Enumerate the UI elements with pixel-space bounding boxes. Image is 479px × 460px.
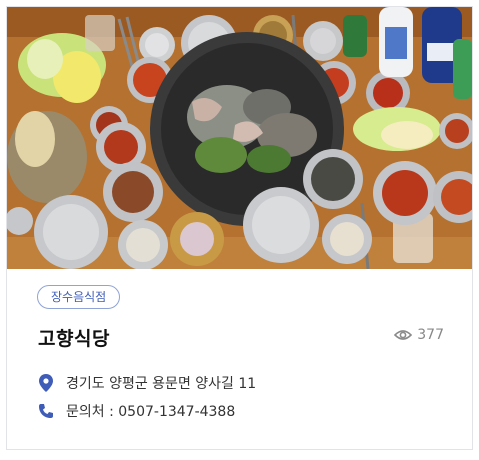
location-pin-icon xyxy=(38,374,54,392)
view-count-value: 377 xyxy=(417,327,444,343)
phone-icon xyxy=(38,402,54,420)
category-badge[interactable]: 장수음식점 xyxy=(37,285,121,309)
restaurant-photo[interactable] xyxy=(7,7,472,269)
restaurant-card[interactable]: 장수음식점 고향식당 377 경기도 양평군 용문면 양사길 11 문의처: … xyxy=(6,6,473,450)
restaurant-name[interactable]: 고향식당 xyxy=(38,324,110,351)
phone-text[interactable]: 문의처 : 0507-1347-4388 xyxy=(66,401,235,421)
address-row: 경기도 양평군 용문면 양사길 11 xyxy=(38,373,256,393)
eye-icon xyxy=(394,330,413,340)
phone-row: 문의처 : 0507-1347-4388 xyxy=(38,401,235,421)
address-text: 경기도 양평군 용문면 양사길 11 xyxy=(66,376,257,392)
view-count: 377 xyxy=(394,327,444,343)
